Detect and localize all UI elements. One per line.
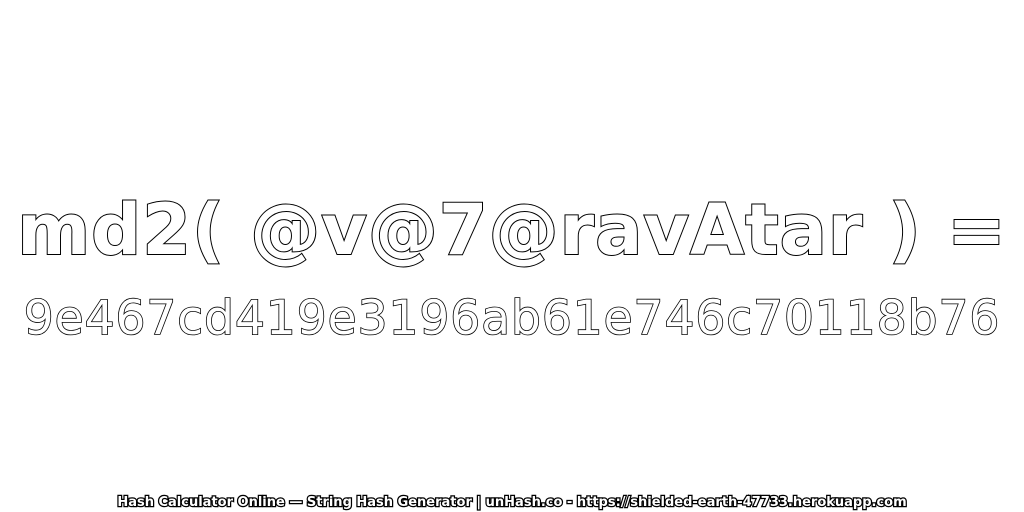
- footer-caption: Hash Calculator Online — String Hash Gen…: [116, 494, 908, 512]
- hash-result-image: md2( @v@7@ravAtar ) = 9e467cd419e3196ab6…: [0, 0, 1024, 512]
- hash-value: 9e467cd419e3196ab61e746c70118b76: [23, 290, 1001, 347]
- hash-expression: md2( @v@7@ravAtar ) =: [16, 188, 1007, 272]
